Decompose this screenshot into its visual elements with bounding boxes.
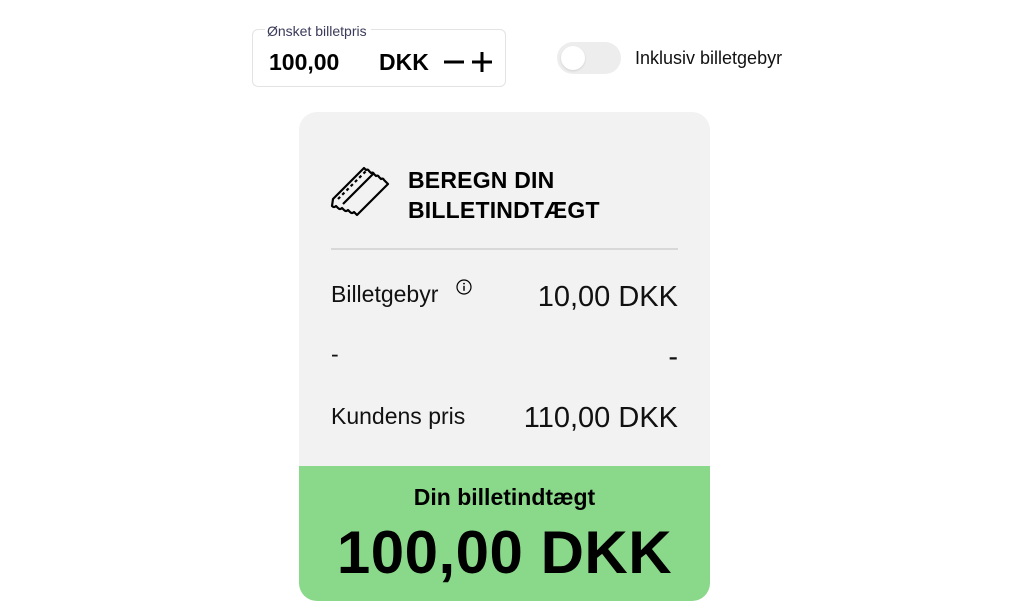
ticket-fee-label: Billetgebyr — [331, 281, 439, 307]
ticket-price-field: Ønsket billetpris DKK — [252, 23, 506, 87]
minus-icon[interactable] — [443, 51, 465, 73]
ticket-price-label: Ønsket billetpris — [265, 23, 371, 39]
card-title: BEREGN DIN BILLETINDTÆGT — [408, 165, 678, 225]
customer-price-label: Kundens pris — [331, 403, 466, 429]
ticket-income-value: 100,00 DKK — [336, 519, 673, 586]
extra-row-label: - — [331, 341, 339, 367]
customer-price-value: 110,00 DKK — [523, 402, 678, 434]
card-divider — [331, 248, 678, 250]
card-title-line-2: BILLETINDTÆGT — [408, 197, 600, 223]
ticket-icon — [330, 166, 390, 217]
toggle-knob — [561, 46, 585, 70]
ticket-price-input[interactable] — [269, 48, 369, 76]
ticket-price-currency: DKK — [379, 49, 429, 75]
include-fee-toggle-label: Inklusiv billetgebyr — [635, 48, 783, 68]
ticket-income-calculator: Ønsket billetpris DKK Inklusiv billetgeb… — [0, 0, 1031, 608]
include-fee-toggle[interactable] — [557, 42, 621, 74]
card-title-line-1: BEREGN DIN — [408, 167, 555, 193]
income-calculator-card: BEREGN DIN BILLETINDTÆGT Billetgebyr 10,… — [299, 112, 710, 601]
info-icon[interactable] — [456, 279, 472, 295]
ticket-income-panel: Din billetindtægt 100,00 DKK — [299, 466, 710, 601]
ticket-income-label: Din billetindtægt — [413, 484, 596, 510]
extra-row-value: - — [668, 341, 678, 373]
ticket-fee-value: 10,00 DKK — [537, 281, 678, 313]
plus-icon[interactable] — [471, 51, 493, 73]
